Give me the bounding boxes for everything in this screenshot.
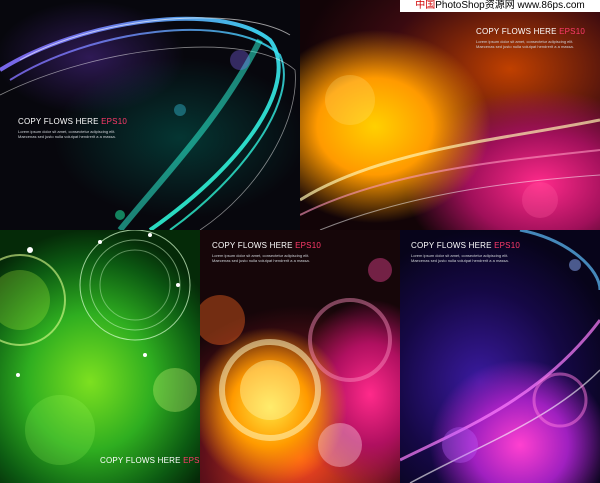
copy-block: COPY FLOWS HERE EPS10 Lorem ipsum dolor … [18,117,127,139]
body-line: Maecenas sed justo nulla volutpat hendre… [411,258,509,263]
light-curves-art [0,16,296,230]
light-curves-art [400,230,600,483]
watermark-brand-cn: 中国 [415,0,436,11]
eps-tag: EPS10 [183,456,200,465]
watermark-brand: PhotoShop资源网 [435,0,515,11]
copy-block: COPY FLOWS HERE EPS10 [100,456,200,465]
bokeh-circles-art [200,258,392,467]
copy-block: COPY FLOWS HERE EPS10 Lorem ipsum dolor … [212,241,321,263]
body-line: Maecenas sed justo nulla volutpat hendre… [212,258,310,263]
background-panel-purple: COPY FLOWS HERE EPS10 Lorem ipsum dolor … [400,230,600,483]
site-watermark: 中国PhotoShop资源网 www.86ps.com [400,0,600,12]
copy-title: COPY FLOWS HERE [100,456,181,465]
eps-tag: EPS10 [295,241,321,250]
background-panel-green: COPY FLOWS HERE EPS10 [0,230,200,483]
copy-title: COPY FLOWS HERE [411,241,492,250]
bokeh-circles-art [0,230,197,465]
background-panel-teal: COPY FLOWS HERE EPS10 Lorem ipsum dolor … [0,0,300,230]
body-line: Maecenas sed justo nulla volutpat hendre… [476,44,574,49]
eps-tag: EPS10 [559,27,585,36]
copy-title: COPY FLOWS HERE [18,117,99,126]
eps-tag: EPS10 [494,241,520,250]
copy-title: COPY FLOWS HERE [212,241,293,250]
watermark-url: www.86ps.com [517,0,585,11]
background-panel-yellow-red: COPY FLOWS HERE EPS10 Lorem ipsum dolor … [200,230,400,483]
background-panel-orange: COPY FLOWS HERE EPS10 Lorem ipsum dolor … [300,0,600,230]
body-line: Maecenas sed justo nulla volutpat hendre… [18,134,116,139]
copy-block: COPY FLOWS HERE EPS10 Lorem ipsum dolor … [476,27,585,49]
copy-title: COPY FLOWS HERE [476,27,557,36]
eps-tag: EPS10 [101,117,127,126]
copy-block: COPY FLOWS HERE EPS10 Lorem ipsum dolor … [411,241,520,263]
